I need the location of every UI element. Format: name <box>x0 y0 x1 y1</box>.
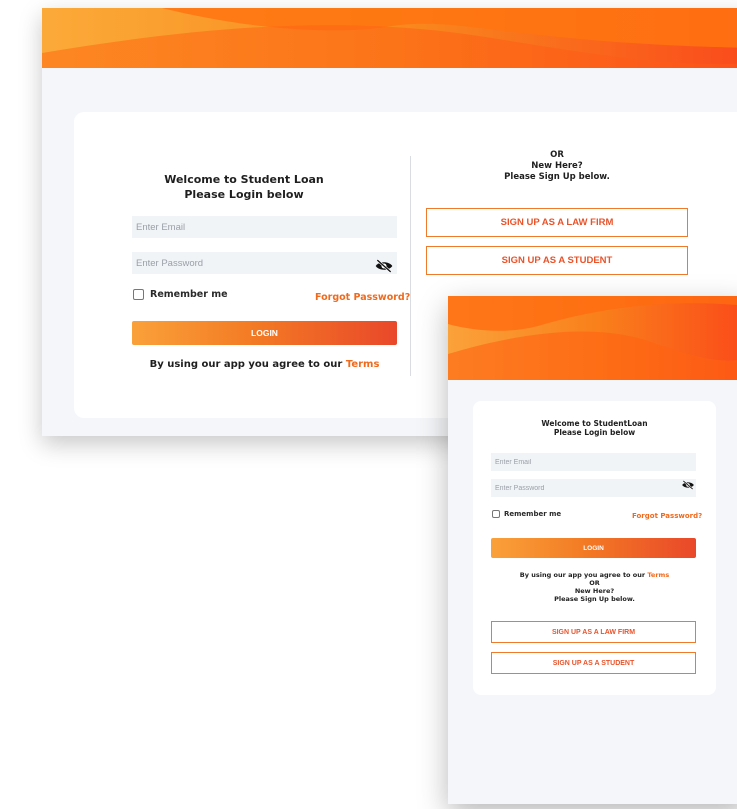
checkbox-box[interactable] <box>492 510 500 518</box>
checkbox-box[interactable] <box>133 289 144 300</box>
remember-me-label: Remember me <box>150 289 228 300</box>
login-card: Welcome to StudentLoan Please Login belo… <box>473 401 716 695</box>
remember-me-checkbox[interactable]: Remember me <box>133 289 228 300</box>
eye-off-icon[interactable] <box>681 479 695 491</box>
signup-student-button[interactable]: SIGN UP AS A STUDENT <box>426 246 688 275</box>
terms-notice: By using our app you agree to our Terms <box>473 571 716 579</box>
remember-me-label: Remember me <box>504 510 562 518</box>
forgot-password-link[interactable]: Forgot Password? <box>632 512 702 520</box>
signup-prompt: OR New Here? Please Sign Up below. <box>473 579 716 603</box>
welcome-subtitle: Please Login below <box>553 428 636 437</box>
welcome-subtitle: Please Login below <box>184 188 304 201</box>
eye-off-icon[interactable] <box>374 258 394 274</box>
welcome-title: Welcome to Student Loan <box>164 173 324 186</box>
signup-prompt: OR New Here? Please Sign Up below. <box>426 150 688 183</box>
header-banner <box>42 8 737 68</box>
welcome-heading: Welcome to Student Loan Please Login bel… <box>164 172 324 202</box>
signup-law-firm-button[interactable]: SIGN UP AS A LAW FIRM <box>491 621 696 643</box>
signup-student-button[interactable]: SIGN UP AS A STUDENT <box>491 652 696 674</box>
header-banner <box>448 296 737 380</box>
signup-law-firm-button[interactable]: SIGN UP AS A LAW FIRM <box>426 208 688 237</box>
terms-text: By using our app you agree to our <box>519 571 648 579</box>
signup-instruction: Please Sign Up below. <box>554 595 635 603</box>
new-here-label: New Here? <box>531 161 583 171</box>
welcome-heading: Welcome to StudentLoan Please Login belo… <box>473 419 716 437</box>
terms-link[interactable]: Terms <box>647 571 669 579</box>
terms-link[interactable]: Terms <box>346 359 380 370</box>
new-here-label: New Here? <box>574 587 615 595</box>
vertical-divider <box>410 156 411 376</box>
mobile-login-screen: Welcome to StudentLoan Please Login belo… <box>448 296 737 804</box>
login-button[interactable]: LOGIN <box>491 538 696 558</box>
forgot-password-link[interactable]: Forgot Password? <box>315 292 410 303</box>
terms-notice: By using our app you agree to our Terms <box>132 359 397 370</box>
signup-instruction: Please Sign Up below. <box>504 172 610 182</box>
email-input[interactable] <box>132 216 397 238</box>
or-label: OR <box>550 150 564 160</box>
welcome-title: Welcome to StudentLoan <box>541 419 648 428</box>
terms-text: By using our app you agree to our <box>149 359 346 370</box>
password-input[interactable] <box>491 479 696 497</box>
remember-me-checkbox[interactable]: Remember me <box>492 510 561 518</box>
or-label: OR <box>589 579 600 587</box>
login-button[interactable]: LOGIN <box>132 321 397 345</box>
password-input[interactable] <box>132 252 397 274</box>
email-input[interactable] <box>491 453 696 471</box>
